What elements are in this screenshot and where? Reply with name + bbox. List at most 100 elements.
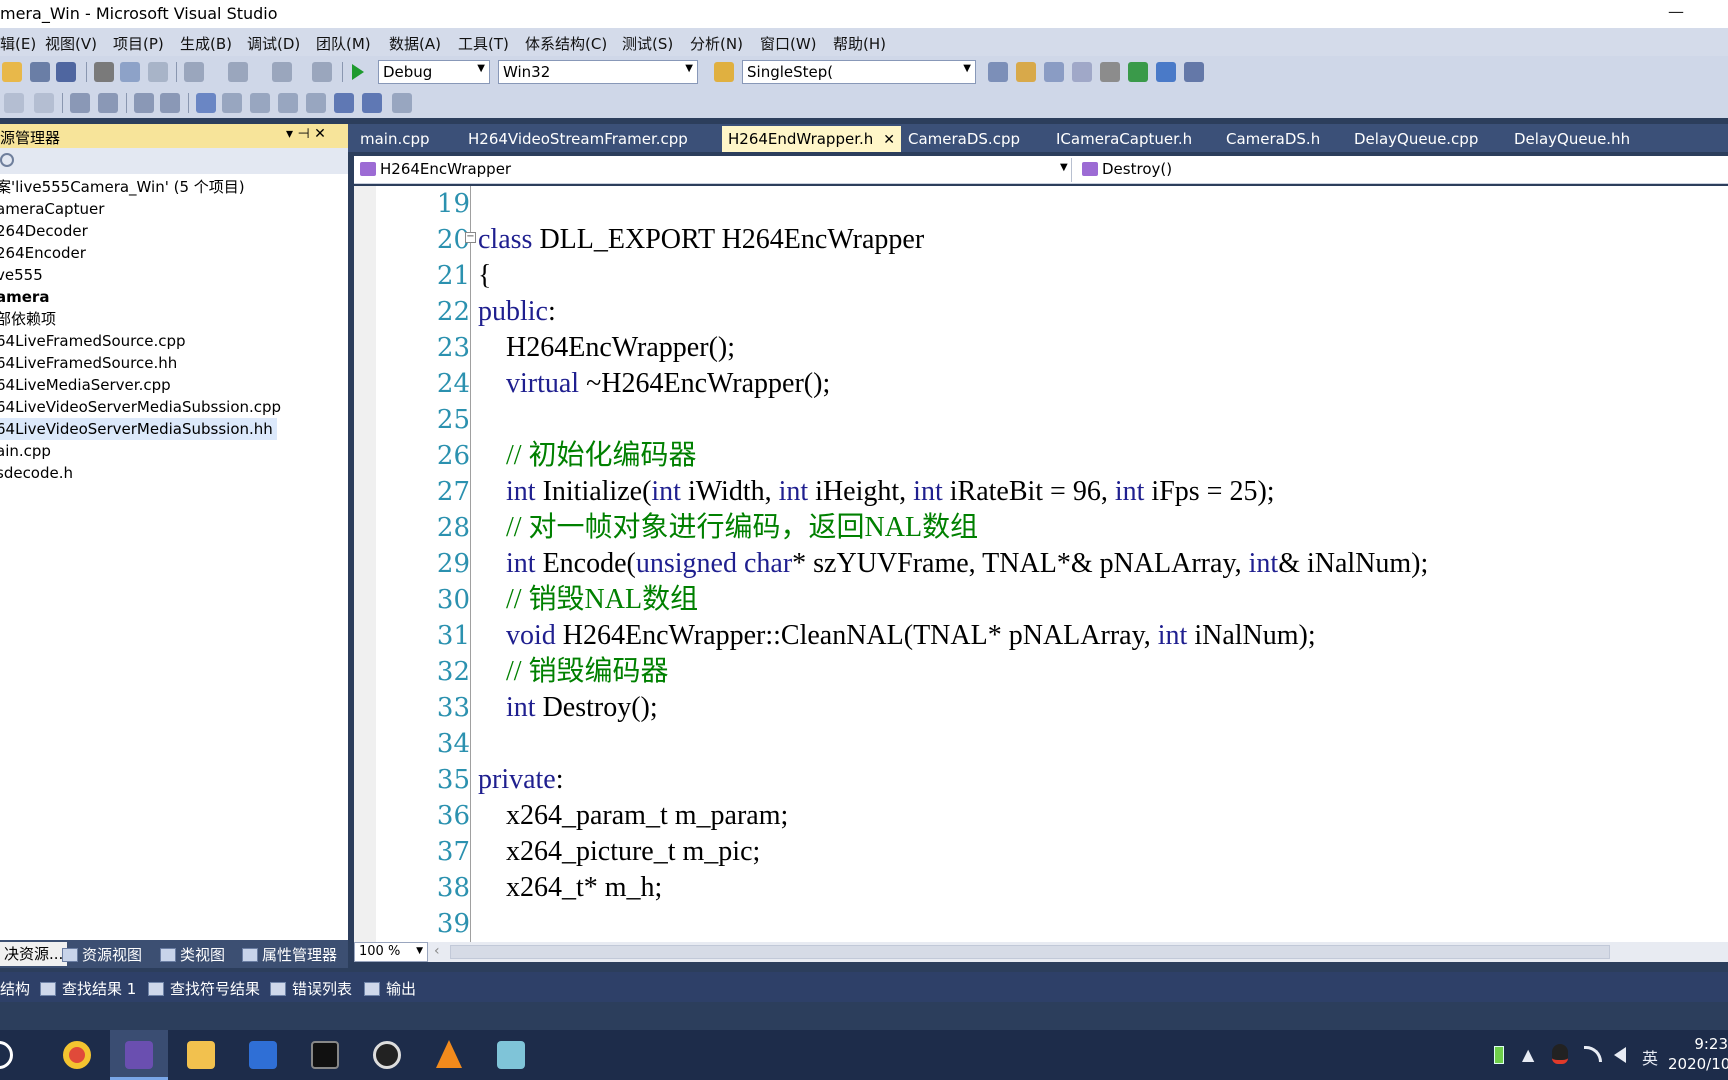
tree-item-solution[interactable]: 案'live555Camera_Win' (5 个项目) bbox=[0, 176, 348, 198]
tree-item-h264-encoder[interactable]: 264Encoder bbox=[0, 242, 348, 264]
clear-bookmarks-icon[interactable] bbox=[392, 93, 412, 113]
paste-icon[interactable] bbox=[148, 62, 168, 82]
qq-icon[interactable] bbox=[1552, 1044, 1568, 1064]
tab-solution-explorer[interactable]: 决资源... bbox=[0, 942, 68, 966]
cut-icon[interactable] bbox=[94, 62, 114, 82]
menu-edit[interactable]: 辑(E) bbox=[0, 33, 36, 54]
tab-main-cpp[interactable]: main.cpp bbox=[360, 130, 430, 148]
horizontal-scrollbar-thumb[interactable] bbox=[450, 945, 1610, 959]
panel-window-position-buttons[interactable]: ▾ ⊣ ✕ bbox=[286, 126, 326, 142]
collapse-outline-icon[interactable]: − bbox=[465, 232, 476, 243]
class-combo[interactable]: H264EncWrapper bbox=[354, 158, 1072, 182]
solution-configuration-combo[interactable]: Debug ▼ bbox=[378, 60, 490, 84]
menu-architecture[interactable]: 体系结构(C) bbox=[525, 33, 607, 54]
code-editor[interactable]: 19 20 21 22 23 24 25 26 27 28 29 30 31 32 33 34 35 36 37 38… bbox=[354, 186, 1728, 942]
tree-item-framed-source-cpp[interactable]: 64LiveFramedSource.cpp bbox=[0, 330, 348, 352]
tree-item-main-cpp[interactable]: ain.cpp bbox=[0, 440, 348, 462]
taskbar-vlc[interactable] bbox=[420, 1030, 478, 1080]
minimize-button[interactable]: — bbox=[1656, 2, 1696, 26]
menu-team[interactable]: 团队(M) bbox=[316, 33, 371, 54]
properties-search-icon[interactable] bbox=[0, 153, 14, 167]
menu-debug[interactable]: 调试(D) bbox=[247, 33, 300, 54]
solution-platform-combo[interactable]: Win32 ▼ bbox=[498, 60, 698, 84]
taskbar-file-explorer[interactable] bbox=[172, 1030, 230, 1080]
navigate-forward-icon[interactable] bbox=[312, 62, 332, 82]
quick-info-icon[interactable] bbox=[34, 93, 54, 113]
start-debugging-icon[interactable] bbox=[352, 64, 364, 80]
navigate-backward-icon[interactable] bbox=[272, 62, 292, 82]
menu-project[interactable]: 项目(P) bbox=[113, 33, 164, 54]
next-bookmark-in-document-icon[interactable] bbox=[362, 93, 382, 113]
menu-build[interactable]: 生成(B) bbox=[180, 33, 232, 54]
find-icon[interactable] bbox=[988, 62, 1008, 82]
menu-view[interactable]: 视图(V) bbox=[45, 33, 97, 54]
wifi-icon[interactable] bbox=[1584, 1046, 1602, 1062]
tree-item-media-server-cpp[interactable]: 64LiveMediaServer.cpp bbox=[0, 374, 348, 396]
next-bookmark-in-folder-icon[interactable] bbox=[306, 93, 326, 113]
show-hidden-icons-icon[interactable]: ▲ bbox=[1522, 1045, 1534, 1064]
save-icon[interactable] bbox=[30, 62, 50, 82]
tab-resource-view[interactable]: 资源视图 bbox=[62, 944, 142, 965]
comment-lines-icon[interactable] bbox=[134, 93, 154, 113]
tab-camera-ds-cpp[interactable]: CameraDS.cpp bbox=[908, 130, 1020, 148]
menu-help[interactable]: 帮助(H) bbox=[833, 33, 886, 54]
menu-analyze[interactable]: 分析(N) bbox=[690, 33, 743, 54]
menu-test[interactable]: 测试(S) bbox=[622, 33, 673, 54]
tab-camera-ds-h[interactable]: CameraDS.h bbox=[1226, 130, 1320, 148]
copy-icon[interactable] bbox=[120, 62, 140, 82]
taskbar-visual-studio[interactable] bbox=[110, 1030, 168, 1080]
tab-class-view[interactable]: 类视图 bbox=[160, 944, 225, 965]
parameter-info-icon[interactable] bbox=[4, 93, 24, 113]
scroll-left-icon[interactable]: ‹ bbox=[434, 943, 440, 959]
taskbar-terminal[interactable] bbox=[296, 1030, 354, 1080]
toolbox-icon[interactable] bbox=[1100, 62, 1120, 82]
tab-output[interactable]: 输出 bbox=[364, 978, 416, 999]
decrease-indent-icon[interactable] bbox=[70, 93, 90, 113]
input-method-indicator[interactable]: 英 bbox=[1642, 1045, 1658, 1069]
tab-icamera-captuer-h[interactable]: ICameraCaptuer.h bbox=[1056, 130, 1192, 148]
tree-item-external-dependencies[interactable]: 部依赖项 bbox=[0, 308, 348, 330]
tree-item-subssion-hh[interactable]: 64LiveVideoServerMediaSubssion.hh bbox=[0, 418, 277, 440]
tree-item-camera-project[interactable]: amera bbox=[0, 286, 348, 308]
find-in-files-icon[interactable] bbox=[714, 62, 734, 82]
tab-error-list[interactable]: 错误列表 bbox=[270, 978, 352, 999]
menu-tools[interactable]: 工具(T) bbox=[458, 33, 509, 54]
start-button[interactable] bbox=[0, 1030, 28, 1080]
extension-manager-icon[interactable] bbox=[1156, 62, 1176, 82]
toggle-bookmark-icon[interactable] bbox=[196, 93, 216, 113]
tree-item-h264-decoder[interactable]: 264Decoder bbox=[0, 220, 348, 242]
object-browser-icon[interactable] bbox=[1072, 62, 1092, 82]
tab-delay-queue-cpp[interactable]: DelayQueue.cpp bbox=[1354, 130, 1478, 148]
tree-item-live555[interactable]: ve555 bbox=[0, 264, 348, 286]
properties-icon[interactable] bbox=[1044, 62, 1064, 82]
battery-icon[interactable] bbox=[1494, 1046, 1504, 1064]
tab-delay-queue-hh[interactable]: DelayQueue.hh bbox=[1514, 130, 1630, 148]
tab-find-results-1[interactable]: 查找结果 1 bbox=[40, 978, 136, 999]
previous-bookmark-icon[interactable] bbox=[222, 93, 242, 113]
menu-data[interactable]: 数据(A) bbox=[389, 33, 441, 54]
tree-item-framed-source-hh[interactable]: 64LiveFramedSource.hh bbox=[0, 352, 348, 374]
taskbar-wps[interactable] bbox=[234, 1030, 292, 1080]
tab-h264-video-stream-framer-cpp[interactable]: H264VideoStreamFramer.cpp bbox=[468, 130, 688, 148]
solution-explorer-icon[interactable] bbox=[1016, 62, 1036, 82]
tab-h264-end-wrapper-h[interactable]: H264EndWrapper.h ✕ bbox=[722, 126, 902, 152]
taskbar-chrome[interactable] bbox=[48, 1030, 106, 1080]
close-tab-icon[interactable]: ✕ bbox=[883, 132, 895, 148]
taskbar-obs[interactable] bbox=[358, 1030, 416, 1080]
uncomment-lines-icon[interactable] bbox=[160, 93, 180, 113]
dropdown-arrow-icon[interactable]: ▼ bbox=[1060, 162, 1068, 173]
increase-indent-icon[interactable] bbox=[98, 93, 118, 113]
tree-item-camera-captuer[interactable]: ameraCaptuer bbox=[0, 198, 348, 220]
undo-icon[interactable] bbox=[184, 62, 204, 82]
menu-window[interactable]: 窗口(W) bbox=[760, 33, 817, 54]
system-clock[interactable]: 9:23 2020/10 bbox=[1668, 1034, 1728, 1074]
next-bookmark-icon[interactable] bbox=[250, 93, 270, 113]
tree-item-sdecode-h[interactable]: sdecode.h bbox=[0, 462, 348, 484]
open-folder-icon[interactable] bbox=[2, 62, 22, 82]
zoom-combo[interactable]: 100 % ▼ bbox=[354, 942, 428, 962]
member-combo[interactable]: Destroy() bbox=[1076, 158, 1726, 182]
tab-find-symbol-results[interactable]: 查找符号结果 bbox=[148, 978, 260, 999]
start-page-icon[interactable] bbox=[1128, 62, 1148, 82]
redo-icon[interactable] bbox=[228, 62, 248, 82]
volume-icon[interactable] bbox=[1614, 1047, 1626, 1063]
